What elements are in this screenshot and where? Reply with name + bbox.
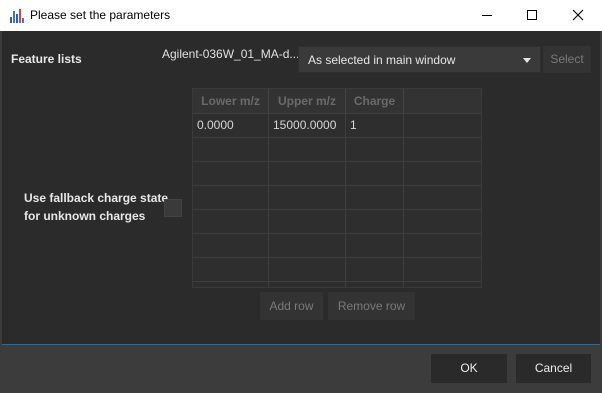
table-row-empty bbox=[193, 257, 481, 281]
add-row-button[interactable]: Add row bbox=[260, 292, 323, 320]
cell-empty bbox=[404, 114, 481, 137]
table-row-empty bbox=[193, 281, 481, 287]
close-button[interactable] bbox=[555, 0, 601, 31]
ok-button[interactable]: OK bbox=[431, 354, 507, 383]
table-row-empty bbox=[193, 161, 481, 185]
feature-list-mode-value: As selected in main window bbox=[308, 53, 456, 67]
chevron-down-icon bbox=[523, 58, 531, 63]
table-row[interactable]: 0.0000 15000.0000 1 bbox=[193, 113, 481, 137]
select-button[interactable]: Select bbox=[543, 46, 591, 73]
column-header-lower-mz[interactable]: Lower m/z bbox=[193, 89, 269, 113]
cell-charge[interactable]: 1 bbox=[346, 114, 404, 137]
cell-lower-mz[interactable]: 0.0000 bbox=[193, 114, 269, 137]
window-title: Please set the parameters bbox=[30, 8, 171, 22]
minimize-icon bbox=[482, 15, 492, 16]
maximize-icon bbox=[527, 10, 537, 20]
column-header-charge[interactable]: Charge bbox=[346, 89, 404, 113]
remove-row-button[interactable]: Remove row bbox=[328, 292, 415, 320]
column-header-empty bbox=[404, 89, 481, 113]
table-header: Lower m/z Upper m/z Charge bbox=[193, 89, 481, 113]
title-bar[interactable]: Please set the parameters bbox=[0, 0, 602, 31]
feature-list-mode-select[interactable]: As selected in main window bbox=[298, 46, 541, 73]
table-row-empty bbox=[193, 185, 481, 209]
fallback-charge-label: Use fallback charge state for unknown ch… bbox=[24, 189, 168, 225]
table-row-empty bbox=[193, 137, 481, 161]
minimize-button[interactable] bbox=[464, 0, 510, 31]
feature-list-filename: Agilent-036W_01_MA-d... bbox=[162, 47, 298, 61]
table-row-empty bbox=[193, 209, 481, 233]
cell-upper-mz[interactable]: 15000.0000 bbox=[269, 114, 346, 137]
fallback-charge-checkbox[interactable] bbox=[164, 199, 182, 217]
maximize-button[interactable] bbox=[509, 0, 555, 31]
cancel-button[interactable]: Cancel bbox=[516, 354, 591, 383]
feature-lists-label: Feature lists bbox=[11, 52, 82, 66]
column-header-upper-mz[interactable]: Upper m/z bbox=[269, 89, 346, 113]
close-icon bbox=[572, 9, 584, 21]
table-row-empty bbox=[193, 233, 481, 257]
fallback-charge-label-line1: Use fallback charge state bbox=[24, 191, 169, 205]
fallback-charge-label-line2: for unknown charges bbox=[24, 209, 146, 223]
parameters-panel: Feature lists Agilent-036W_01_MA-d... As… bbox=[2, 31, 600, 345]
mz-range-table[interactable]: Lower m/z Upper m/z Charge 0.0000 15000.… bbox=[192, 88, 482, 288]
app-chart-icon bbox=[9, 8, 25, 24]
